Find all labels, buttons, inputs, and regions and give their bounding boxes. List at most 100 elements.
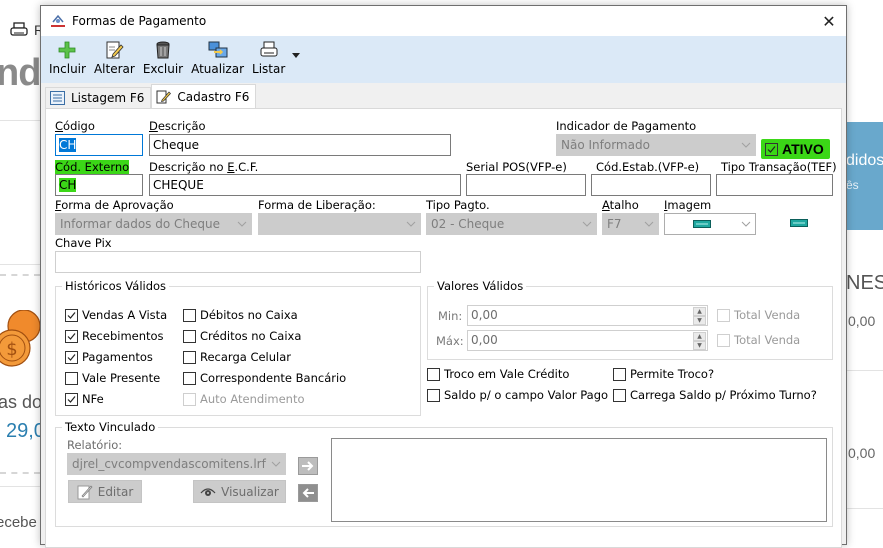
spin-up-icon[interactable]: ▲ [693, 332, 706, 341]
arrow-left-icon [302, 488, 314, 498]
background-card[interactable] [846, 122, 883, 230]
close-button[interactable]: ✕ [818, 10, 840, 32]
codigo-input[interactable]: CH [55, 134, 143, 156]
historico-checkbox-label: Pagamentos [82, 350, 153, 364]
historico-checkbox[interactable]: Recebimentos [65, 329, 164, 343]
checkbox-box [717, 308, 730, 322]
close-icon: ✕ [822, 11, 836, 31]
tipo-pagto-select[interactable]: 02 - Cheque [426, 213, 597, 235]
tab-cadastro-label: Cadastro F6 [177, 89, 250, 104]
background-label: as do [0, 392, 43, 412]
tipo-pagto-value: 02 - Cheque [431, 217, 505, 231]
option-checkbox[interactable]: Permite Troco? [613, 367, 714, 381]
incluir-label: Incluir [49, 62, 86, 76]
min-total-venda-checkbox[interactable]: Total Venda [717, 308, 800, 322]
historico-checkbox[interactable]: Créditos no Caixa [183, 329, 301, 343]
relatorio-label: Relatório: [67, 438, 123, 452]
ativo-label: ATIVO [782, 141, 824, 157]
forma-aprovacao-select[interactable]: Informar dados do Cheque [55, 213, 252, 235]
printer-icon[interactable] [10, 22, 28, 38]
option-checkbox[interactable]: Saldo p/ o campo Valor Pago [427, 388, 608, 402]
option-checkbox-label: Troco em Vale Crédito [444, 367, 570, 381]
checkbox-box [183, 329, 196, 343]
alterar-button[interactable]: Alterar [90, 36, 139, 80]
indicador-pagamento-select[interactable]: Não Informado [556, 134, 756, 156]
min-value-spinner[interactable]: 0,00 ▲ ▼ [467, 305, 708, 326]
listar-button[interactable]: Listar [248, 36, 289, 80]
texto-vinculado-memo[interactable] [331, 438, 827, 522]
historico-checkbox[interactable]: Vale Presente [65, 371, 160, 385]
min-value: 0,00 [471, 308, 498, 322]
checkmark-icon [767, 145, 776, 153]
imagem-label-rest: magem [667, 198, 712, 212]
excluir-button[interactable]: Excluir [139, 36, 187, 80]
spin-down-icon[interactable]: ▼ [693, 341, 706, 350]
historico-checkbox: Auto Atendimento [183, 392, 305, 406]
atalho-select[interactable]: F7 [602, 213, 659, 235]
chevron-down-icon [582, 221, 592, 227]
tipo-transacao-input[interactable] [716, 174, 833, 196]
cod-externo-label: Cód. Externo [55, 160, 130, 174]
checkbox-box [183, 392, 196, 406]
codigo-label-rest: ódigo [63, 119, 95, 133]
checkmark-icon [67, 311, 76, 319]
ativo-checkbox[interactable]: ATIVO [761, 139, 830, 159]
editar-button[interactable]: Editar [68, 480, 142, 503]
chevron-down-icon [406, 221, 416, 227]
option-checkbox[interactable]: Carrega Saldo p/ Próximo Turno? [613, 388, 817, 402]
cod-externo-value: CH [59, 178, 77, 192]
background-card-subtitle: ês [846, 178, 859, 192]
max-total-venda-checkbox[interactable]: Total Venda [717, 333, 800, 347]
serial-pos-input[interactable] [466, 174, 586, 196]
spin-down-icon[interactable]: ▼ [693, 316, 706, 325]
indicador-pagamento-label: Indicador de Pagamento [556, 119, 697, 133]
title-bar[interactable]: Formas de Pagamento ✕ [41, 6, 846, 36]
descricao-label: Descrição [149, 119, 206, 133]
max-label: Máx: [436, 334, 464, 348]
valores-validos-group: Valores Válidos Min: 0,00 ▲ ▼ Total Venda… [427, 279, 833, 360]
checkbox-box [717, 333, 730, 347]
cod-externo-input[interactable]: CH [55, 174, 143, 196]
cod-estab-input[interactable] [591, 174, 711, 196]
max-spin-buttons[interactable]: ▲ ▼ [693, 332, 706, 350]
relatorio-select[interactable]: djrel_cvcompvendascomitens.lrf [67, 453, 286, 475]
min-spin-buttons[interactable]: ▲ ▼ [693, 307, 706, 325]
checkbox-box [427, 388, 440, 402]
historico-checkbox[interactable]: Recarga Celular [183, 350, 291, 364]
atualizar-button[interactable]: Atualizar [187, 36, 248, 80]
remove-report-button[interactable] [298, 484, 318, 502]
historico-checkbox[interactable]: Débitos no Caixa [183, 308, 298, 322]
visualizar-button[interactable]: Visualizar [193, 480, 286, 503]
trash-icon [156, 41, 170, 59]
historicos-validos-title: Históricos Válidos [62, 279, 170, 293]
forma-liberacao-select[interactable] [258, 213, 421, 235]
descricao-ecf-label-pre: Descrição no [149, 160, 228, 174]
imagem-select[interactable] [664, 213, 756, 235]
historico-checkbox[interactable]: Vendas A Vista [65, 308, 167, 322]
toolbar-more-dropdown[interactable] [289, 36, 303, 80]
chave-pix-input[interactable] [55, 251, 421, 273]
descricao-ecf-input[interactable]: CHEQUE [149, 174, 461, 196]
historico-checkbox[interactable]: Pagamentos [65, 350, 153, 364]
descricao-input[interactable]: Cheque [149, 134, 451, 156]
editar-label: Editar [97, 484, 134, 499]
tab-listagem[interactable]: Listagem F6 [45, 87, 152, 108]
historico-checkbox[interactable]: Correspondente Bancário [183, 371, 346, 385]
excluir-label: Excluir [142, 62, 184, 76]
checkbox-box [65, 392, 78, 406]
serial-pos-label: Serial POS(VFP-e) [466, 160, 567, 174]
visualizar-label: Visualizar [221, 484, 279, 499]
spin-up-icon[interactable]: ▲ [693, 307, 706, 316]
tab-cadastro[interactable]: Cadastro F6 [151, 84, 257, 108]
refresh-icon [208, 41, 228, 58]
max-value-spinner[interactable]: 0,00 ▲ ▼ [467, 330, 708, 351]
incluir-button[interactable]: Incluir [45, 36, 90, 80]
add-report-button[interactable] [298, 457, 318, 475]
checkmark-icon [67, 395, 76, 403]
historico-checkbox-label: Auto Atendimento [200, 392, 305, 406]
option-checkbox[interactable]: Troco em Vale Crédito [427, 367, 569, 381]
historico-checkbox[interactable]: NFe [65, 392, 104, 406]
texto-vinculado-group: Texto Vinculado Relatório: djrel_cvcompv… [55, 420, 833, 527]
descricao-ecf-label-rest: .C.F. [234, 160, 259, 174]
chevron-down-icon [644, 221, 654, 227]
